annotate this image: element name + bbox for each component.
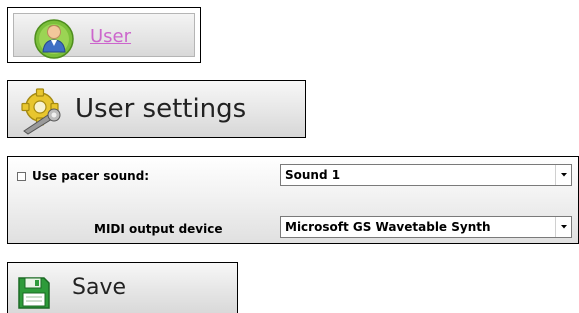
use-pacer-sound-label: Use pacer sound: bbox=[32, 169, 150, 183]
pacer-sound-selected-value: Sound 1 bbox=[285, 168, 341, 182]
settings-panel: Use pacer sound: Sound 1 MIDI output dev… bbox=[7, 156, 579, 244]
user-settings-title: User settings bbox=[75, 94, 247, 124]
save-button-label: Save bbox=[72, 275, 127, 300]
user-avatar-icon bbox=[34, 19, 74, 59]
save-button[interactable]: Save bbox=[7, 262, 238, 313]
midi-output-device-select[interactable]: Microsoft GS Wavetable Synth bbox=[280, 216, 572, 238]
user-tab[interactable]: User bbox=[7, 7, 201, 63]
pacer-sound-select[interactable]: Sound 1 bbox=[280, 164, 572, 186]
user-tab-label[interactable]: User bbox=[90, 26, 131, 48]
floppy-disk-icon bbox=[18, 277, 50, 309]
chevron-down-icon[interactable] bbox=[555, 217, 571, 237]
chevron-down-icon[interactable] bbox=[555, 165, 571, 185]
gear-wrench-icon bbox=[21, 88, 61, 135]
user-settings-header: User settings bbox=[7, 80, 306, 138]
midi-output-device-label: MIDI output device bbox=[94, 222, 223, 236]
midi-output-device-selected-value: Microsoft GS Wavetable Synth bbox=[285, 220, 491, 234]
use-pacer-sound-checkbox[interactable] bbox=[17, 172, 26, 181]
